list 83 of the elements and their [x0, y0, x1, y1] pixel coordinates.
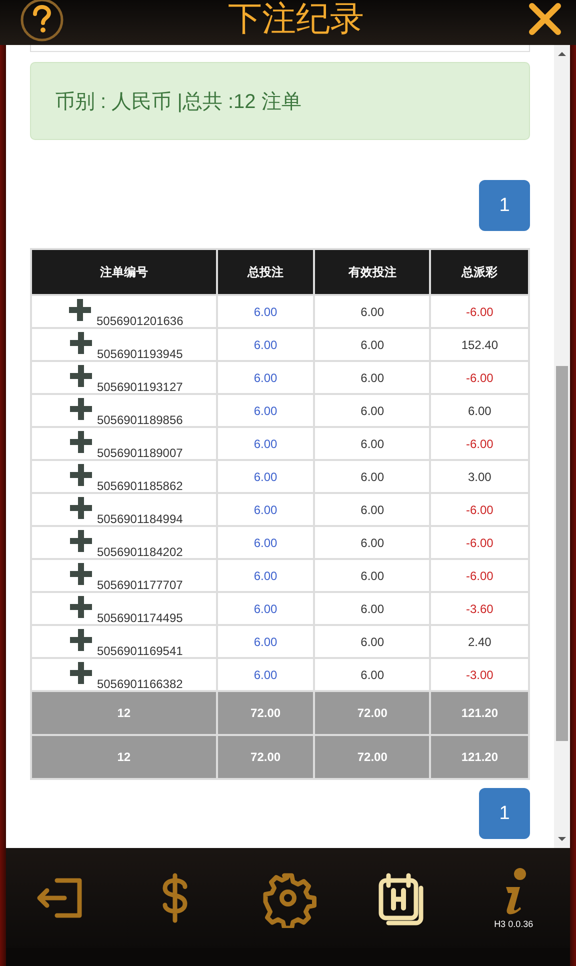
total-bet: 6.00 [254, 568, 278, 582]
valid-bet: 6.00 [360, 568, 384, 582]
valid-bet: 6.00 [360, 470, 384, 484]
bet-id: 5056901201636 [96, 314, 184, 328]
payout: 2.40 [468, 634, 492, 648]
column-header: 有效投注 [314, 249, 430, 295]
total-cell: 72.00 [314, 691, 430, 735]
valid-bet: 6.00 [360, 602, 384, 616]
bet-id: 5056901193127 [96, 380, 183, 394]
payout: 152.40 [461, 338, 498, 352]
payout: -3.60 [466, 602, 494, 616]
total-bet: 6.00 [254, 370, 278, 384]
total-bet: 6.00 [254, 404, 278, 418]
total-cell: 72.00 [216, 691, 314, 735]
column-header: 总派彩 [430, 249, 529, 295]
valid-bet: 6.00 [360, 304, 384, 318]
total-bet: 6.00 [254, 634, 278, 648]
total-cell: 12 [31, 691, 217, 735]
valid-bet: 6.00 [360, 404, 384, 418]
total-cell: 72.00 [314, 735, 430, 779]
plus-icon[interactable] [68, 430, 93, 454]
version-label: H3 0.0.36 [494, 919, 534, 929]
page-button[interactable]: 1 [479, 788, 530, 839]
valid-bet: 6.00 [360, 536, 384, 550]
total-cell: 12 [31, 735, 217, 779]
bet-id: 5056901189007 [96, 446, 183, 460]
nav-button[interactable]: H3 0.0.36 [474, 858, 554, 938]
payout: 6.00 [468, 404, 492, 418]
plus-icon[interactable] [68, 528, 93, 552]
column-header: 注单编号 [31, 249, 217, 295]
bet-id: 5056901193945 [96, 346, 183, 360]
payout: -6.00 [466, 502, 494, 516]
total-bet: 6.00 [254, 338, 278, 352]
bet-id: 5056901169541 [96, 644, 183, 658]
plus-icon[interactable] [68, 594, 93, 618]
total-bet: 6.00 [254, 668, 278, 682]
plus-icon[interactable] [68, 496, 93, 520]
bet-id: 5056901184202 [96, 544, 183, 558]
valid-bet: 6.00 [360, 668, 384, 682]
payout: -6.00 [466, 568, 494, 582]
payout: -6.00 [466, 536, 494, 550]
scroll-down-icon[interactable] [557, 835, 567, 843]
window-title: 下注纪录 [228, 2, 364, 36]
close-icon[interactable] [528, 2, 562, 36]
plus-icon[interactable] [68, 562, 93, 586]
column-header: 总投注 [216, 249, 314, 295]
summary-alert: 币别 : 人民币 |总共 :12 注单 [30, 62, 530, 140]
bet-id: 5056901177707 [96, 578, 183, 592]
valid-bet: 6.00 [360, 502, 384, 516]
valid-bet: 6.00 [360, 634, 384, 648]
payout: -6.00 [466, 304, 494, 318]
plus-icon[interactable] [68, 298, 92, 322]
valid-bet: 6.00 [360, 338, 384, 352]
total-bet: 6.00 [254, 536, 278, 550]
plus-icon[interactable] [68, 396, 93, 420]
scrollbar[interactable] [554, 45, 570, 848]
total-bet: 6.00 [254, 304, 278, 318]
total-bet: 6.00 [254, 502, 278, 516]
plus-icon[interactable] [68, 628, 93, 652]
plus-icon[interactable] [68, 330, 93, 354]
total-bet: 6.00 [254, 602, 278, 616]
plus-icon[interactable] [68, 364, 93, 388]
payout: -3.00 [466, 668, 494, 682]
total-cell: 121.20 [430, 735, 529, 779]
total-bet: 6.00 [254, 470, 278, 484]
payout: 3.00 [468, 470, 492, 484]
plus-icon[interactable] [68, 462, 93, 486]
total-cell: 72.00 [216, 735, 314, 779]
bet-id: 5056901184994 [96, 512, 183, 526]
valid-bet: 6.00 [360, 370, 384, 384]
page-button[interactable]: 1 [479, 180, 530, 231]
total-cell: 121.20 [430, 691, 529, 735]
total-bet: 6.00 [254, 436, 278, 450]
bet-id: 5056901189856 [96, 412, 183, 426]
payout: -6.00 [466, 370, 494, 384]
bet-id: 5056901185862 [96, 478, 183, 492]
bet-id: 5056901174495 [96, 610, 183, 624]
plus-icon[interactable] [68, 660, 93, 684]
scroll-up-icon[interactable] [557, 50, 567, 58]
valid-bet: 6.00 [360, 436, 384, 450]
bet-id: 5056901166382 [96, 676, 183, 690]
payout: -6.00 [466, 436, 494, 450]
help-icon[interactable] [20, 0, 64, 42]
